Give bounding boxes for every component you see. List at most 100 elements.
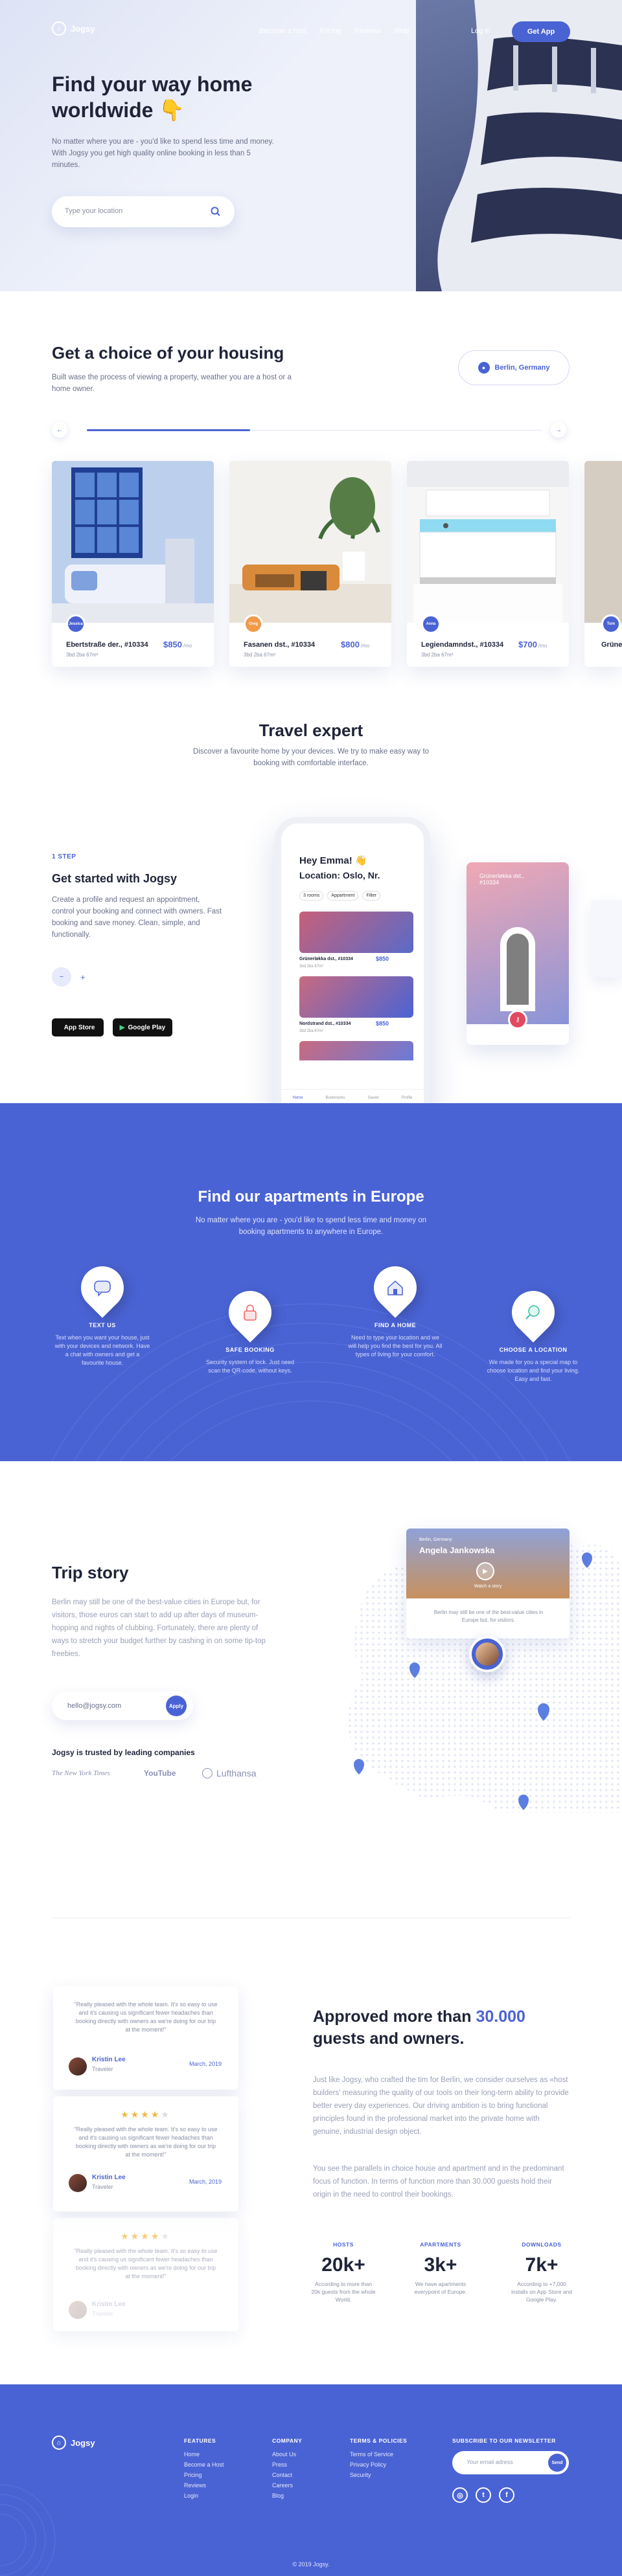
host-avatar: Tom (601, 614, 621, 634)
listing-image[interactable] (299, 976, 413, 1018)
chip[interactable]: Filter (362, 891, 381, 901)
chip[interactable]: Appartment (327, 891, 359, 901)
review-role: Traveler (92, 2311, 113, 2317)
avatar (69, 2174, 87, 2192)
instagram-icon[interactable]: ◎ (452, 2487, 468, 2503)
footer-terms: TERMS & POLICIES Terms of Service Privac… (350, 2437, 407, 2480)
pin-marker (503, 1282, 564, 1343)
footer-link[interactable]: Home (184, 2449, 224, 2459)
property-meta: 3bd 2ba 67m² (66, 652, 98, 658)
chip[interactable]: 3 rooms (299, 891, 324, 901)
apply-button[interactable]: Apply (166, 1696, 187, 1716)
pin-marker (365, 1257, 426, 1318)
footer-link[interactable]: Pricing (184, 2470, 224, 2480)
stat-apartments: APARTMENTS 3k+ We have apartments everypoi… (414, 2241, 467, 2295)
listing-image[interactable] (299, 1041, 413, 1060)
phone-location: Location: Oslo, Nr. (299, 870, 380, 880)
side-preview-card: Grünerløkka dst., #10334 ⚷ (466, 862, 569, 1045)
send-button[interactable]: Send (548, 2454, 566, 2472)
property-card[interactable]: Greg Fasanen dst., #10334 $800/mo 3bd 2b… (229, 461, 391, 667)
step-title: CHOOSE A LOCATION (499, 1347, 568, 1353)
review-card: ★★★★★ "Really pleased with the whole tea… (53, 2096, 238, 2212)
footer-link[interactable]: Contact (272, 2470, 302, 2480)
facebook-icon[interactable]: f (499, 2487, 514, 2503)
google-play-button[interactable]: ▶ Google Play (113, 1018, 172, 1036)
rating-stars-icon: ★★★★★ (121, 2109, 171, 2120)
trusted-label: Jogsy is trusted by leading companies (52, 1748, 195, 1757)
play-icon: ▶ (119, 1024, 125, 1031)
side-card-title: Grünerløkka dst., #10334 (479, 873, 525, 886)
nav-link-pricing[interactable]: Pricing (319, 27, 341, 35)
newsletter-input[interactable]: Your email adress Send (452, 2451, 569, 2474)
phone-mockup: Hey Emma! 👋 Location: Oslo, Nr. 3 rooms … (275, 817, 430, 1134)
host-avatar: Jessica (66, 614, 86, 634)
property-image (584, 461, 622, 623)
padlock-icon (244, 1305, 257, 1321)
europe-section: Find our apartments in Europe No matter … (0, 1103, 622, 1461)
app-store-button[interactable]: App Store (52, 1018, 104, 1036)
footer-link[interactable]: Reviews (184, 2480, 224, 2491)
search-icon[interactable] (211, 207, 221, 217)
play-video-icon[interactable]: ▶ (476, 1562, 494, 1580)
footer-features: FEATURES Home Become a Host Pricing Revi… (184, 2437, 224, 2501)
location-label: Berlin, Germany (494, 364, 550, 372)
review-role: Traveler (92, 2066, 113, 2072)
review-card: "Really pleased with the whole team. It'… (53, 1986, 238, 2090)
property-card[interactable]: Tom Grüne (584, 461, 622, 667)
footer-link[interactable]: Security (350, 2470, 407, 2480)
listing-image[interactable] (299, 912, 413, 953)
step-text: Text when you want your house, just with… (54, 1334, 150, 1366)
footer-link[interactable]: Careers (272, 2480, 302, 2491)
step-label: 1 STEP (52, 853, 76, 860)
lock-icon[interactable]: ⚷ (508, 1010, 527, 1029)
review-name: Kristin Lee (92, 2174, 126, 2181)
footer-company: COMPANY About Us Press Contact Careers B… (272, 2437, 302, 2501)
step-minus-button[interactable]: − (52, 967, 71, 987)
approved-text-2: You see the parallels in choice house an… (313, 2165, 564, 2199)
footer-link[interactable]: Terms of Service (350, 2449, 407, 2459)
europe-subtitle: No matter where you are - you'd like to … (195, 1216, 427, 1236)
get-app-button[interactable]: Get App (512, 21, 570, 42)
review-card: ★★★★★ "Really pleased with the whole tea… (53, 2218, 238, 2331)
listing-price: $850 (376, 1020, 389, 1027)
step-text: We made for you a special map to choose … (487, 1359, 580, 1382)
search-input[interactable]: Type your location (52, 196, 235, 227)
footer-link[interactable]: Become a Host (184, 2459, 224, 2470)
logo-text: Jogsy (71, 23, 95, 34)
hero-title: Find your way home worldwide 👇 (52, 73, 253, 122)
footer-logo[interactable]: ⌂ Jogsy (52, 2436, 95, 2450)
prev-arrow-icon[interactable]: ← (52, 422, 67, 438)
property-card[interactable]: Anna Legiendamndst., #10334 $700/mo 3bd … (407, 461, 569, 667)
property-meta: 3bd 2ba 67m² (421, 652, 454, 658)
carousel-progress[interactable] (87, 429, 250, 431)
property-card[interactable]: Jessica Ebertstraße der., #10334 $850/mo… (52, 461, 214, 667)
nav-link-become-host[interactable]: Become a host (259, 27, 306, 35)
email-input[interactable]: hello@jogsy.com Apply (52, 1692, 193, 1720)
next-arrow-icon[interactable]: → (551, 422, 566, 438)
author-avatar[interactable] (469, 1636, 505, 1672)
footer-link[interactable]: Blog (272, 2491, 302, 2501)
story-card-text: Berlin may still be one of the best-valu… (433, 1609, 544, 1623)
expert-heading: Get started with Jogsy (52, 872, 178, 885)
step-plus-button[interactable]: + (80, 972, 86, 982)
twitter-icon[interactable]: t (476, 2487, 491, 2503)
step-title: FIND A HOME (374, 1322, 417, 1328)
logo-lufthansa: Lufthansa (202, 1768, 257, 1778)
review-text: "Really pleased with the whole team. It'… (74, 2248, 218, 2279)
login-link[interactable]: Log in (471, 27, 490, 35)
location-selector[interactable]: ● Berlin, Germany (458, 350, 570, 385)
nav-link-reviews[interactable]: Reviews (354, 27, 382, 35)
listing-meta: 3bd 2ba 67m² (299, 1029, 324, 1033)
logo-nyt: The New York Times (52, 1769, 110, 1777)
footer-link[interactable]: Privacy Policy (350, 2459, 407, 2470)
review-name: Kristin Lee (92, 2301, 126, 2308)
footer-link[interactable]: Login (184, 2491, 224, 2501)
footer-link[interactable]: About Us (272, 2449, 302, 2459)
footer-link[interactable]: Press (272, 2459, 302, 2470)
stat-downloads: DOWNLOADS 7k+ According to +7,000 installs… (511, 2241, 573, 2303)
email-placeholder: hello@jogsy.com (67, 1702, 122, 1710)
magnifier-icon (525, 1305, 540, 1319)
property-image (407, 461, 569, 623)
nav-link-help[interactable]: Help (395, 27, 409, 35)
story-card[interactable]: Berlin, Germany Angela Jankowska ▶ Watch… (406, 1529, 570, 1639)
